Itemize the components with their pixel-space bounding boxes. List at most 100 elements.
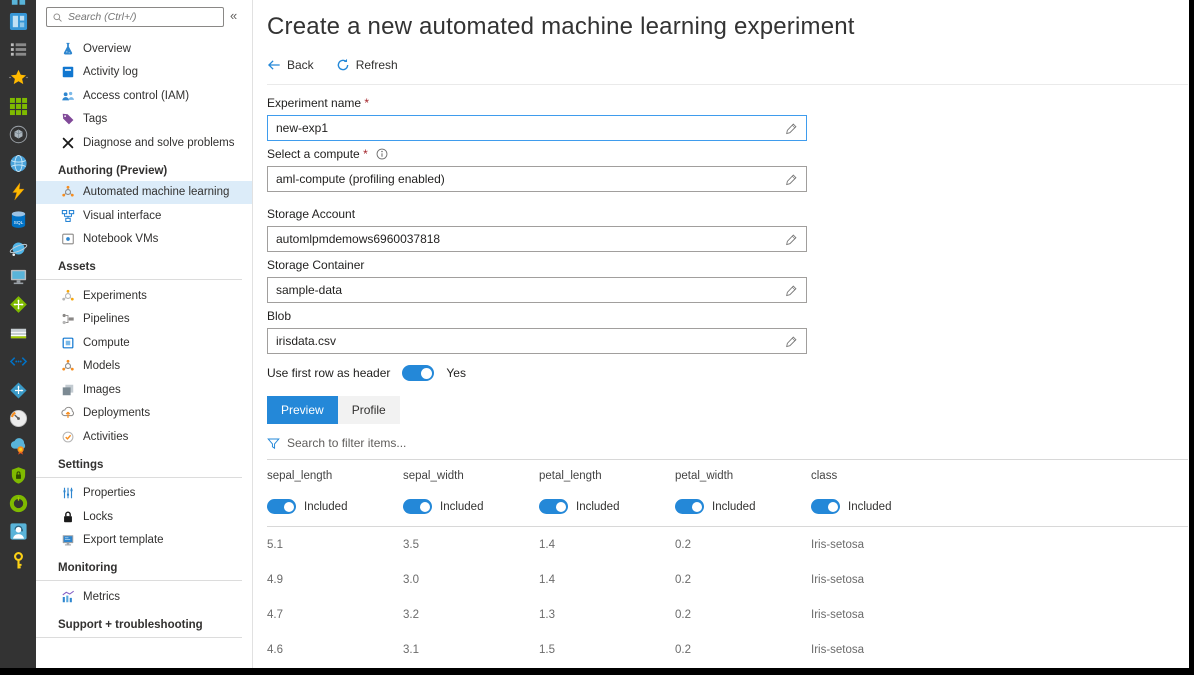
- edit-pencil-icon[interactable]: [785, 173, 798, 186]
- table-cell: 1.5: [539, 644, 675, 656]
- table-cell: 4.6: [267, 644, 403, 656]
- sidebar-item-activity-log[interactable]: Activity log: [36, 61, 252, 85]
- sidebar-item-export-template[interactable]: Export template: [36, 529, 252, 553]
- column-include-petal-width: Included: [675, 499, 811, 514]
- edit-pencil-icon[interactable]: [785, 335, 798, 348]
- main-panel: Create a new automated machine learning …: [253, 0, 1194, 675]
- deployments-icon: [60, 406, 75, 421]
- sidebar-item-properties[interactable]: Properties: [36, 482, 252, 506]
- load-balancers-icon[interactable]: [8, 295, 28, 315]
- edit-pencil-icon[interactable]: [785, 122, 798, 135]
- sidebar-item-overview[interactable]: Overview: [36, 37, 252, 61]
- sidebar-item-compute[interactable]: Compute: [36, 331, 252, 355]
- sidebar-item-deployments[interactable]: Deployments: [36, 402, 252, 426]
- advisor-icon[interactable]: [8, 437, 28, 457]
- first-row-header-toggle[interactable]: [402, 365, 434, 381]
- create-resource-icon[interactable]: [8, 0, 28, 5]
- traffic-manager-icon[interactable]: [8, 380, 28, 400]
- include-toggle-petal-length[interactable]: [539, 499, 568, 514]
- tab-preview[interactable]: Preview: [267, 396, 338, 424]
- all-resources-icon[interactable]: [8, 96, 28, 116]
- sidebar-item-automated-machine-learning[interactable]: Automated machine learning: [36, 181, 252, 205]
- field-storage-account: Storage Account automlpmdemows6960037818: [267, 207, 1194, 252]
- select-a-compute-input[interactable]: aml-compute (profiling enabled): [267, 166, 807, 192]
- key-vaults-icon[interactable]: [8, 550, 28, 570]
- collapse-sidebar-icon[interactable]: «: [230, 7, 237, 25]
- table-cell: 0.2: [675, 644, 811, 656]
- include-toggle-sepal-length[interactable]: [267, 499, 296, 514]
- sql-databases-icon[interactable]: SQL: [8, 210, 28, 230]
- search-input[interactable]: [68, 11, 218, 23]
- edit-pencil-icon[interactable]: [785, 284, 798, 297]
- table-cell: Iris-setosa: [811, 644, 1188, 656]
- storage-container-input[interactable]: sample-data: [267, 277, 807, 303]
- sidebar-section-support-troubleshooting: Support + troubleshooting: [36, 609, 242, 638]
- app-services-icon[interactable]: [8, 153, 28, 173]
- sidebar-section-authoring-preview: Authoring (Preview): [36, 155, 252, 181]
- cost-management-icon[interactable]: [8, 494, 28, 514]
- flask-icon: [60, 41, 75, 56]
- column-header-sepal-width: sepal_width: [403, 460, 539, 491]
- function-apps-icon[interactable]: [8, 181, 28, 201]
- blob-input[interactable]: irisdata.csv: [267, 328, 807, 354]
- table-header-row: sepal_lengthsepal_widthpetal_lengthpetal…: [267, 460, 1188, 491]
- sidebar-item-visual-interface[interactable]: Visual interface: [36, 204, 252, 228]
- sidebar-item-models[interactable]: Models: [36, 355, 252, 379]
- resource-groups-icon[interactable]: [8, 125, 28, 145]
- field-select-a-compute: Select a compute *aml-compute (profiling…: [267, 147, 1194, 192]
- compute-icon: [60, 335, 75, 350]
- properties-icon: [60, 486, 75, 501]
- include-toggle-petal-width[interactable]: [675, 499, 704, 514]
- sidebar-item-access-control-iam[interactable]: Access control (IAM): [36, 84, 252, 108]
- tab-profile[interactable]: Profile: [338, 396, 400, 424]
- back-button[interactable]: Back: [267, 58, 314, 72]
- sidebar-item-activities[interactable]: Activities: [36, 425, 252, 449]
- table-cell: 3.0: [403, 574, 539, 586]
- column-header-sepal-length: sepal_length: [267, 460, 403, 491]
- sidebar-item-metrics[interactable]: Metrics: [36, 585, 252, 609]
- lock-icon: [60, 509, 75, 524]
- table-cell: 3.5: [403, 539, 539, 551]
- virtual-networks-icon[interactable]: [8, 352, 28, 372]
- edit-pencil-icon[interactable]: [785, 233, 798, 246]
- favorites-star-icon[interactable]: [8, 68, 28, 88]
- sidebar-item-notebook-vms[interactable]: Notebook VMs: [36, 228, 252, 252]
- table-row-4: 4.63.11.50.2Iris-setosa: [267, 632, 1188, 667]
- form-fields: Experiment name *new-exp1Select a comput…: [267, 96, 1194, 354]
- security-center-icon[interactable]: [8, 465, 28, 485]
- window-bottom-border: [0, 668, 1194, 675]
- sidebar-search[interactable]: [46, 7, 224, 27]
- table-cell: 5.1: [267, 539, 403, 551]
- sidebar-item-images[interactable]: Images: [36, 378, 252, 402]
- sidebar-item-tags[interactable]: Tags: [36, 108, 252, 132]
- dashboard-icon[interactable]: [8, 11, 28, 31]
- export-template-icon: [60, 533, 75, 548]
- virtual-machines-icon[interactable]: [8, 267, 28, 287]
- storage-account-input[interactable]: automlpmdemows6960037818: [267, 226, 807, 252]
- filter-row[interactable]: Search to filter items...: [267, 433, 1194, 453]
- monitor-gauge-icon[interactable]: [8, 408, 28, 428]
- all-services-icon[interactable]: [8, 40, 28, 60]
- sidebar-item-locks[interactable]: Locks: [36, 505, 252, 529]
- storage-account-label: Storage Account: [267, 207, 1194, 221]
- sidebar-section-settings: Settings: [36, 449, 242, 478]
- table-row-2: 4.93.01.40.2Iris-setosa: [267, 562, 1188, 597]
- toolbar: Back Refresh: [267, 55, 1194, 75]
- table-cell: Iris-setosa: [811, 574, 1188, 586]
- refresh-button[interactable]: Refresh: [336, 58, 398, 72]
- sidebar-item-experiments[interactable]: Experiments: [36, 284, 252, 308]
- storage-accounts-icon[interactable]: [8, 323, 28, 343]
- visual-interface-icon: [60, 208, 75, 223]
- activities-icon: [60, 429, 75, 444]
- field-blob: Blobirisdata.csv: [267, 309, 1194, 354]
- include-toggle-sepal-width[interactable]: [403, 499, 432, 514]
- column-include-sepal-width: Included: [403, 499, 539, 514]
- sidebar-item-diagnose-and-solve-problems[interactable]: Diagnose and solve problems: [36, 131, 252, 155]
- back-arrow-icon: [267, 58, 281, 72]
- help-support-icon[interactable]: [8, 522, 28, 542]
- cosmos-db-icon[interactable]: [8, 238, 28, 258]
- images-icon: [60, 382, 75, 397]
- sidebar-item-pipelines[interactable]: Pipelines: [36, 308, 252, 332]
- include-toggle-class[interactable]: [811, 499, 840, 514]
- experiment-name-input[interactable]: new-exp1: [267, 115, 807, 141]
